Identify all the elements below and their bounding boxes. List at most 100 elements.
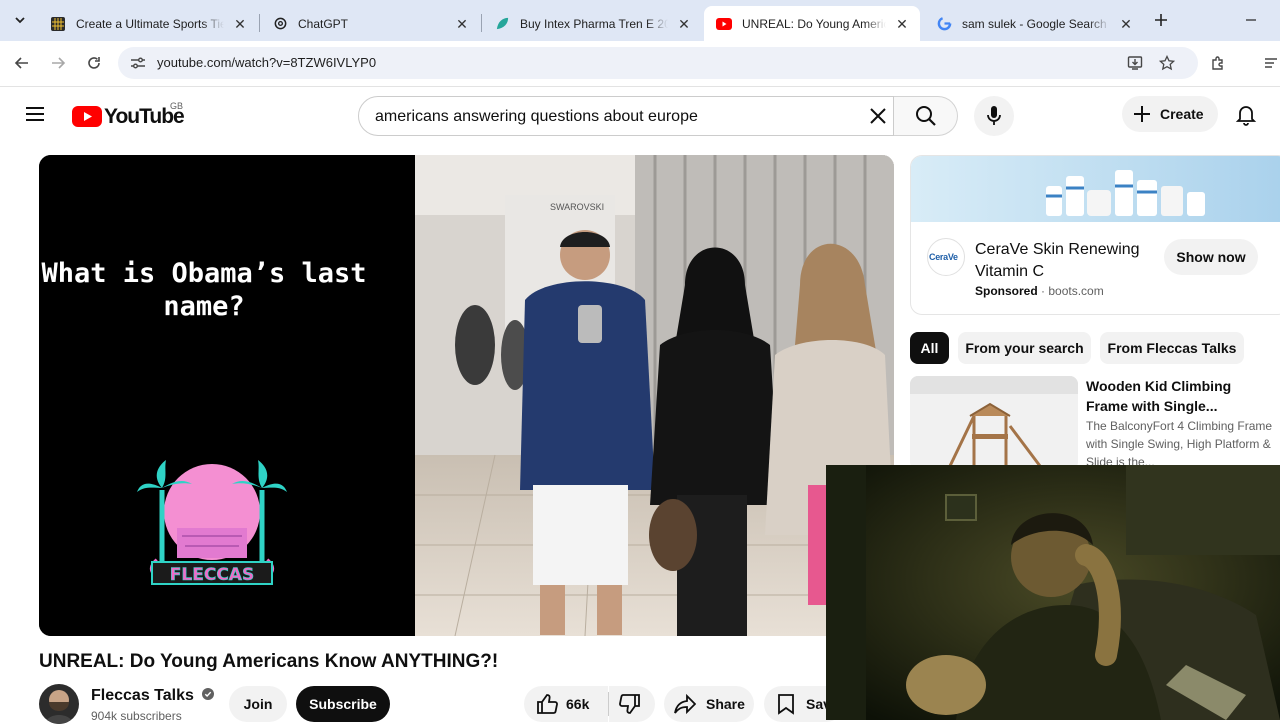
new-tab-button[interactable] [1147, 6, 1175, 34]
site-settings-icon[interactable] [130, 56, 146, 70]
chip-from-your-search[interactable]: From your search [958, 332, 1091, 364]
dislike-button[interactable] [609, 686, 655, 722]
google-icon [936, 16, 952, 32]
arrow-left-icon [14, 57, 28, 69]
webcam-overlay [826, 465, 1280, 720]
store-sign: SWAROVSKI [550, 202, 604, 212]
install-app-icon[interactable] [1127, 55, 1143, 71]
plus-icon [1134, 106, 1150, 122]
ad-meta: Sponsored · boots.com [975, 284, 1104, 298]
channel-avatar[interactable] [39, 684, 79, 724]
recommendation-thumbnail[interactable] [910, 376, 1078, 470]
thumbs-up-icon [537, 694, 558, 714]
tab-strip: Create a Ultimate Sports Tier ✕ ChatGPT … [0, 0, 1280, 41]
recommendation-description: The BalconyFort 4 Climbing Frame with Si… [1086, 419, 1273, 469]
youtube-header: YouTube GB americans answering questions… [0, 88, 1280, 144]
ad-domain: boots.com [1048, 284, 1104, 298]
verified-badge-icon [202, 688, 215, 700]
subscriber-count: 904k subscribers [91, 709, 182, 723]
video-overlay-panel: What is Obama’s last name? FLECCAS [39, 155, 415, 636]
back-button[interactable] [8, 49, 36, 77]
chip-label: From Fleccas Talks [1107, 340, 1237, 356]
chevron-down-icon [15, 17, 25, 24]
url-text: youtube.com/watch?v=8TZW6IVLYP0 [157, 55, 377, 70]
reload-button[interactable] [80, 49, 108, 77]
subscribe-label: Subscribe [309, 696, 377, 712]
puzzle-icon [1212, 56, 1223, 70]
show-now-label: Show now [1176, 249, 1246, 265]
close-icon[interactable]: ✕ [676, 16, 692, 32]
chip-label: All [920, 340, 939, 356]
tab-title: ChatGPT [298, 16, 349, 31]
region-code: GB [170, 101, 184, 111]
tab-title: UNREAL: Do Young Americans [742, 16, 886, 31]
extensions-button[interactable] [1204, 49, 1232, 77]
chip-all[interactable]: All [910, 332, 949, 364]
sponsored-label: Sponsored [975, 284, 1038, 298]
chip-from-channel[interactable]: From Fleccas Talks [1100, 332, 1244, 364]
share-button[interactable]: Share [664, 686, 754, 722]
browser-tab[interactable]: sam sulek - Google Search ✕ [924, 6, 1144, 41]
search-input[interactable]: americans answering questions about euro… [375, 108, 698, 126]
show-now-button[interactable]: Show now [1164, 239, 1258, 275]
minimize-button[interactable] [1237, 6, 1265, 34]
ad-title[interactable]: CeraVe Skin Renewing Vitamin C [975, 239, 1155, 283]
tab-search-button[interactable] [6, 6, 34, 34]
search-box[interactable]: americans answering questions about euro… [358, 96, 894, 136]
share-label: Share [706, 696, 745, 712]
hamburger-icon [26, 107, 44, 121]
close-icon[interactable]: ✕ [232, 16, 248, 32]
subscribe-button[interactable]: Subscribe [296, 686, 390, 722]
notifications-button[interactable] [1234, 102, 1260, 128]
browser-tab[interactable]: Create a Ultimate Sports Tier ✕ [38, 6, 258, 41]
microphone-icon [987, 106, 1001, 125]
browser-toolbar: youtube.com/watch?v=8TZW6IVLYP0 [0, 41, 1280, 87]
join-label: Join [243, 696, 273, 712]
bookmark-star-icon[interactable] [1159, 55, 1175, 71]
like-count: 66k [566, 696, 590, 712]
sponsored-ad-card[interactable]: CeraVe CeraVe Skin Renewing Vitamin C Sp… [910, 155, 1280, 315]
forward-button[interactable] [44, 49, 72, 77]
tab-title: Create a Ultimate Sports Tier [76, 16, 224, 31]
create-button[interactable]: Create [1122, 96, 1218, 132]
tab-title: Buy Intex Pharma Tren E 200 [520, 16, 668, 31]
address-bar[interactable]: youtube.com/watch?v=8TZW6IVLYP0 [118, 47, 1198, 79]
list-icon [1265, 58, 1277, 68]
search-icon [915, 106, 936, 126]
fleccas-logo: FLECCAS [137, 460, 287, 585]
arrow-right-icon [52, 57, 66, 69]
clear-search-icon[interactable] [869, 107, 887, 125]
close-icon[interactable]: ✕ [894, 16, 910, 32]
cerave-logo-text: CeraVe [929, 252, 958, 262]
ad-banner-image[interactable] [911, 156, 1280, 222]
plus-icon [1155, 14, 1167, 26]
recommendation-title[interactable]: Wooden Kid Climbing Frame with Single... [1086, 376, 1270, 416]
youtube-logo[interactable]: YouTube GB [72, 101, 192, 130]
youtube-icon [716, 16, 732, 32]
chip-label: From your search [965, 340, 1084, 356]
leaf-icon [494, 16, 510, 32]
close-icon[interactable]: ✕ [1118, 16, 1134, 32]
voice-search-button[interactable] [974, 96, 1014, 136]
close-icon[interactable]: ✕ [454, 16, 470, 32]
video-title: UNREAL: Do Young Americans Know ANYTHING… [39, 651, 499, 672]
reading-list-button[interactable] [1257, 49, 1280, 77]
like-button[interactable]: 66k [524, 686, 608, 722]
thumbs-down-icon [619, 694, 640, 714]
browser-tab-active[interactable]: UNREAL: Do Young Americans ✕ [704, 6, 920, 41]
channel-name-text: Fleccas Talks [91, 687, 194, 704]
cerave-logo: CeraVe [927, 238, 965, 276]
video-player[interactable]: What is Obama’s last name? FLECCAS SWARO… [39, 155, 894, 636]
menu-button[interactable] [24, 104, 48, 128]
create-label: Create [1160, 106, 1204, 122]
browser-tab[interactable]: Buy Intex Pharma Tren E 200 ✕ [482, 6, 702, 41]
channel-name[interactable]: Fleccas Talks [91, 687, 215, 705]
fleccas-logo-text: FLECCAS [170, 565, 254, 585]
minimize-icon [1246, 19, 1256, 21]
join-button[interactable]: Join [229, 686, 287, 722]
overlay-question: What is Obama’s last name? [41, 258, 367, 322]
search-button[interactable] [894, 96, 958, 136]
browser-tab[interactable]: ChatGPT ✕ [260, 6, 480, 41]
openai-icon [272, 16, 288, 32]
grid-icon [50, 16, 66, 32]
